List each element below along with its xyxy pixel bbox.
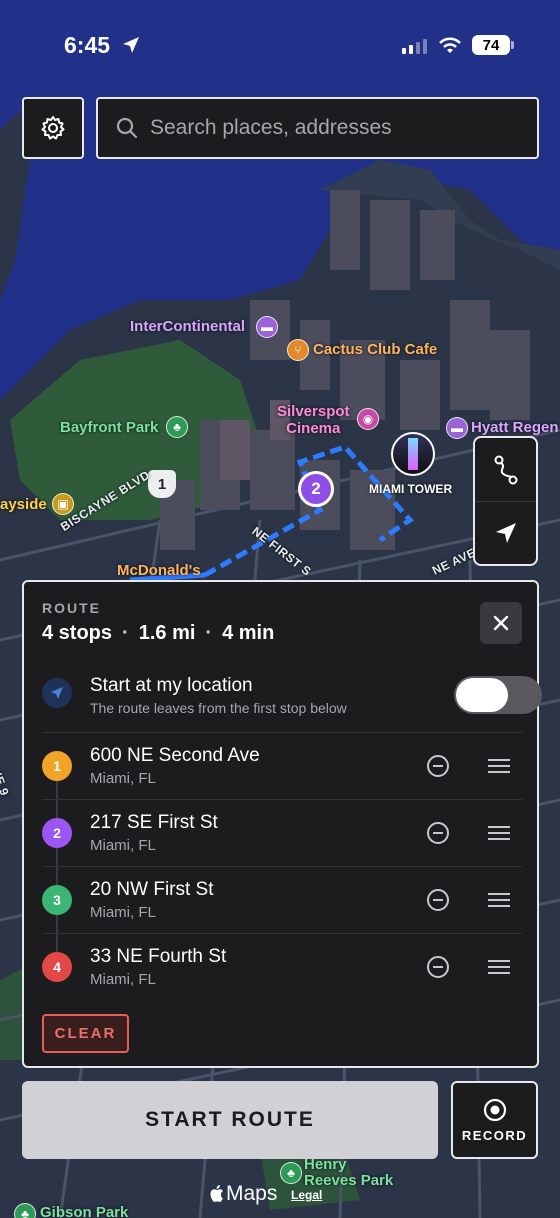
route-distance: 1.6 mi: [138, 622, 196, 644]
search-icon: [116, 117, 138, 139]
route-duration: 4 min: [222, 622, 275, 644]
drag-handle-icon[interactable]: [488, 826, 510, 840]
stop-row-4[interactable]: 4 33 NE Fourth St Miami, FL: [42, 933, 522, 1000]
route-stop-marker[interactable]: 2: [298, 471, 334, 507]
start-location-title: Start at my location: [90, 675, 253, 696]
highway-shield: 1: [148, 470, 176, 498]
bed-icon: ▬: [256, 316, 278, 338]
stop-address: 217 SE First St: [90, 812, 218, 833]
recenter-location-button[interactable]: [475, 501, 536, 564]
search-bar[interactable]: [96, 97, 539, 159]
route-icon: [494, 455, 517, 484]
stop-row-3[interactable]: 3 20 NW First St Miami, FL: [42, 866, 522, 933]
tower-icon: [408, 438, 418, 470]
gear-icon: [41, 116, 65, 140]
stop-number-badge: 4: [42, 952, 72, 982]
drag-handle-icon[interactable]: [488, 759, 510, 773]
map-side-controls: [473, 436, 538, 566]
cellular-signal-icon: [402, 38, 427, 54]
apple-logo-icon: [210, 1185, 223, 1202]
start-route-button[interactable]: START ROUTE: [22, 1081, 438, 1159]
location-arrow-icon: [123, 37, 139, 53]
poi-gibson-park[interactable]: Gibson Park: [40, 1204, 128, 1218]
poi-mcdonalds[interactable]: McDonald's: [117, 562, 201, 579]
stop-row-1[interactable]: 1 600 NE Second Ave Miami, FL: [42, 732, 522, 799]
record-label: RECORD: [461, 1127, 528, 1143]
stop-address: 33 NE Fourth St: [90, 946, 227, 967]
remove-stop-icon[interactable]: [427, 956, 449, 978]
poi-bayfront-park[interactable]: Bayfront Park: [60, 419, 158, 436]
toggle-knob: [456, 678, 508, 712]
remove-stop-icon[interactable]: [427, 889, 449, 911]
remove-stop-icon[interactable]: [427, 822, 449, 844]
location-arrow-icon: [42, 678, 72, 708]
settings-button[interactable]: [22, 97, 84, 159]
stop-city: Miami, FL: [90, 837, 156, 854]
navigation-arrow-icon: [495, 523, 516, 543]
status-time: 6:45: [64, 32, 111, 58]
fork-knife-icon: ⑂: [287, 339, 309, 361]
stop-number-badge: 1: [42, 751, 72, 781]
search-input[interactable]: [150, 116, 510, 140]
wifi-icon: [439, 37, 461, 53]
route-overview-button[interactable]: [475, 438, 536, 501]
battery-indicator: 74: [472, 35, 514, 55]
legal-link[interactable]: Legal: [291, 1188, 322, 1202]
stop-address: 600 NE Second Ave: [90, 745, 260, 766]
route-heading: ROUTE: [42, 600, 101, 616]
separator: ·: [122, 622, 129, 644]
tree-icon: ♣: [166, 416, 188, 438]
stop-number-badge: 2: [42, 818, 72, 848]
poi-miami-tower: MIAMI TOWER: [369, 482, 453, 496]
status-bar: 6:45 74: [0, 0, 560, 92]
stop-city: Miami, FL: [90, 904, 156, 921]
close-icon: [493, 615, 509, 631]
stop-city: Miami, FL: [90, 770, 156, 787]
route-panel: ROUTE 4 stops · 1.6 mi · 4 min Start at …: [22, 580, 542, 1068]
remove-stop-icon[interactable]: [427, 755, 449, 777]
tree-icon: ♣: [14, 1203, 36, 1218]
start-at-location-row: Start at my location The route leaves fr…: [42, 674, 542, 730]
record-icon: [483, 1098, 506, 1121]
stop-number-badge: 3: [42, 885, 72, 915]
film-icon: ◉: [357, 408, 379, 430]
poi-intercontinental[interactable]: InterContinental: [130, 318, 245, 335]
poi-henry-reeves-park[interactable]: Henry Reeves Park: [304, 1157, 393, 1189]
record-button[interactable]: RECORD: [451, 1081, 538, 1159]
maps-brand-text: Maps: [226, 1182, 278, 1205]
route-stop-count: 4 stops: [42, 622, 113, 644]
bag-icon: ▣: [52, 493, 74, 515]
stop-city: Miami, FL: [90, 971, 156, 988]
poi-silverspot-cinema[interactable]: Silverspot Cinema: [277, 403, 350, 437]
poi-bayside[interactable]: ayside: [0, 496, 47, 513]
stop-list: 1 600 NE Second Ave Miami, FL 2 217 SE F…: [42, 732, 522, 1000]
clear-button[interactable]: CLEAR: [42, 1014, 129, 1053]
drag-handle-icon[interactable]: [488, 893, 510, 907]
tree-icon: ♣: [280, 1162, 302, 1184]
close-button[interactable]: [480, 602, 522, 644]
start-location-subtitle: The route leaves from the first stop bel…: [90, 700, 347, 716]
stop-row-2[interactable]: 2 217 SE First St Miami, FL: [42, 799, 522, 866]
stop-address: 20 NW First St: [90, 879, 214, 900]
poi-hyatt-regency[interactable]: Hyatt Regen: [471, 419, 559, 436]
drag-handle-icon[interactable]: [488, 960, 510, 974]
poi-cactus-club-cafe[interactable]: Cactus Club Cafe: [313, 341, 437, 358]
route-summary: 4 stops · 1.6 mi · 4 min: [42, 622, 274, 645]
maps-attribution: Maps: [208, 1182, 277, 1206]
separator: ·: [205, 622, 213, 644]
bed-icon: ▬: [446, 417, 468, 439]
start-location-toggle[interactable]: [454, 676, 542, 714]
miami-tower-marker[interactable]: [391, 432, 435, 476]
